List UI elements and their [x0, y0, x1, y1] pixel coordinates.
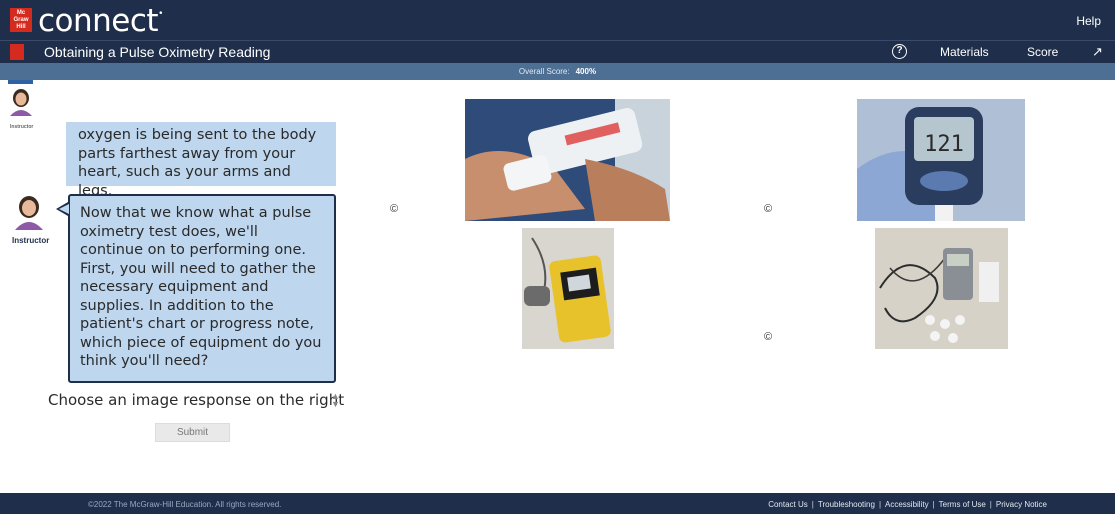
help-circle-icon[interactable]: ?	[892, 44, 907, 59]
top-bar: Mc Graw Hill connect• Help	[0, 0, 1115, 40]
connect-logo: connect•	[38, 3, 163, 39]
footer-separator: |	[932, 500, 935, 509]
copyright-symbol: ©	[764, 203, 773, 215]
page: Mc Graw Hill connect• Help Obtaining a P…	[0, 0, 1115, 514]
expand-icon[interactable]: ↗	[1092, 44, 1103, 60]
privacy-notice-link[interactable]: Privacy Notice	[996, 500, 1047, 509]
mcgraw-hill-logo: Mc Graw Hill	[10, 8, 32, 32]
overall-score-label: Overall Score:	[518, 67, 570, 76]
troubleshooting-link[interactable]: Troubleshooting	[818, 500, 875, 509]
activity-header: Obtaining a Pulse Oximetry Reading ? Mat…	[0, 40, 1115, 63]
previous-speaker-label: Instructor	[10, 124, 34, 130]
score-button[interactable]: Score	[1027, 45, 1058, 59]
peak-flow-meter-image[interactable]	[465, 99, 670, 221]
glucose-meter-image[interactable]: 121	[857, 99, 1025, 221]
terms-of-use-link[interactable]: Terms of Use	[939, 500, 986, 509]
accessibility-link[interactable]: Accessibility	[885, 500, 929, 509]
current-message-bubble: Now that we know what a pulse oximetry t…	[68, 194, 336, 383]
mcgraw-hill-small-logo	[10, 44, 24, 60]
overall-score-bar: Overall Score: 400%	[0, 63, 1115, 80]
submit-button[interactable]: Submit	[155, 423, 230, 442]
activity-title: Obtaining a Pulse Oximetry Reading	[44, 44, 271, 60]
instructor-avatar-icon	[10, 89, 32, 116]
bubble-tail-fill	[59, 204, 69, 214]
overall-score-value: 400%	[575, 67, 597, 76]
materials-button[interactable]: Materials	[940, 45, 989, 59]
footer-separator: |	[878, 500, 882, 509]
glucose-reading: 121	[924, 132, 964, 157]
footer: ©2022 The McGraw-Hill Education. All rig…	[0, 493, 1115, 514]
previous-message-bubble: oxygen is being sent to the body parts f…	[66, 122, 336, 199]
instructor-avatar-icon	[15, 196, 43, 230]
brand-dot: •	[158, 9, 163, 19]
current-speaker-label: Instructor	[12, 236, 50, 245]
brand-text: connect	[38, 3, 159, 39]
footer-links: Contact Us | Troubleshooting | Accessibility…	[768, 500, 1047, 509]
footer-copyright: ©2022 The McGraw-Hill Education. All rig…	[88, 500, 282, 509]
image-response-prompt: Choose an image response on the right	[48, 391, 345, 409]
response-stepper[interactable]: ▲ ▼	[331, 392, 340, 409]
copyright-symbol: ©	[390, 203, 399, 215]
holter-monitor-image[interactable]	[875, 228, 1008, 349]
footer-separator: |	[989, 500, 992, 509]
footer-separator: |	[811, 500, 814, 509]
progress-marker	[8, 80, 33, 84]
copyright-symbol: ©	[764, 331, 773, 343]
help-link[interactable]: Help	[1076, 14, 1101, 28]
pulse-oximeter-image[interactable]	[522, 228, 614, 349]
contact-us-link[interactable]: Contact Us	[768, 500, 808, 509]
